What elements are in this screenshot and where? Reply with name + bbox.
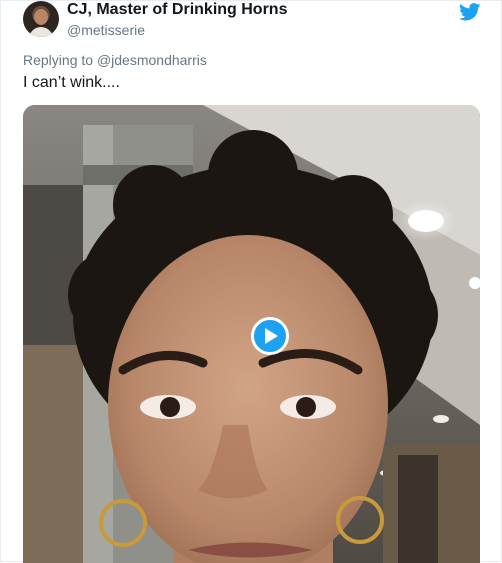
reply-prefix: Replying to (23, 52, 94, 68)
reply-context: Replying to @jdesmondharris (23, 52, 207, 68)
tweet-card: CJ, Master of Drinking Horns @metisserie… (0, 0, 502, 563)
user-handle[interactable]: @metisserie (67, 22, 145, 38)
video-thumbnail[interactable] (23, 105, 480, 563)
display-name[interactable]: CJ, Master of Drinking Horns (67, 1, 287, 19)
avatar-face (34, 9, 48, 25)
avatar[interactable] (23, 1, 59, 37)
twitter-bird-icon[interactable] (459, 3, 481, 21)
play-icon (265, 328, 278, 344)
play-button[interactable] (251, 317, 289, 355)
avatar-body (29, 27, 53, 37)
reply-mention-link[interactable]: @jdesmondharris (97, 52, 207, 68)
tweet-text: I can’t wink.... (23, 74, 120, 91)
